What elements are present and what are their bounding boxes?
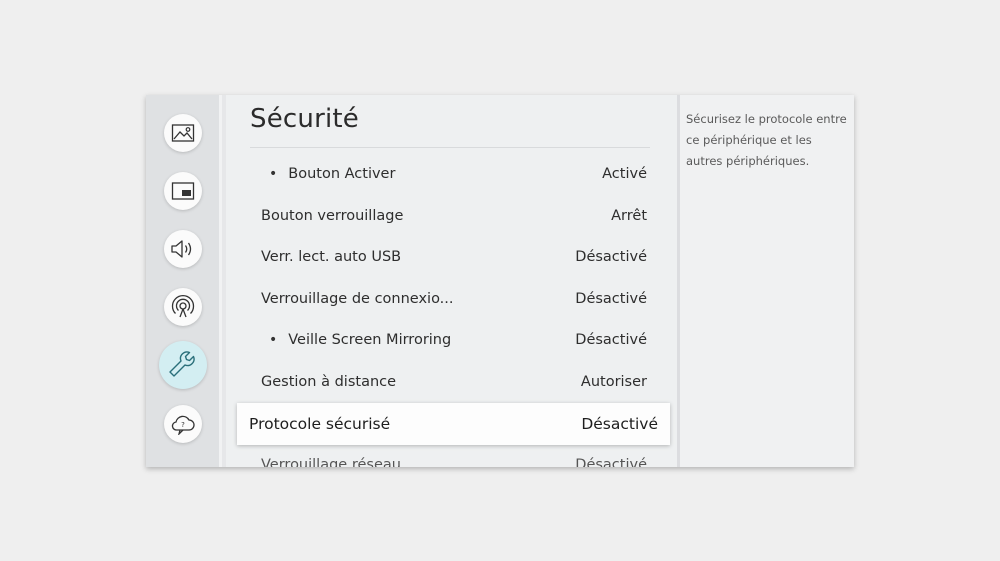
menu-row-bouton-verrouillage[interactable]: Bouton verrouillage Arrêt bbox=[261, 202, 647, 230]
picture-in-picture-icon bbox=[171, 182, 195, 200]
row-value: Désactivé bbox=[575, 291, 647, 307]
sound-icon bbox=[171, 240, 192, 258]
menu-row-gestion-a-distance[interactable]: Gestion à distance Autoriser bbox=[261, 368, 647, 396]
sidebar-item-picture[interactable] bbox=[164, 114, 202, 152]
row-label: Protocole sécurisé bbox=[249, 415, 391, 433]
row-label: Verr. lect. auto USB bbox=[261, 249, 402, 265]
menu-row-bouton-activer[interactable]: • Bouton Activer Activé bbox=[261, 160, 647, 188]
row-label: Verrouillage réseau bbox=[261, 457, 401, 467]
picture-icon bbox=[171, 124, 195, 142]
support-cloud-icon: ? bbox=[171, 415, 195, 435]
svg-text:?: ? bbox=[181, 421, 185, 429]
security-menu: Sécurité • Bouton Activer Activé Bouton v… bbox=[226, 95, 678, 467]
row-label: Bouton Activer bbox=[288, 166, 396, 182]
info-description: Sécurisez le protocole entre ce périphér… bbox=[686, 112, 847, 168]
menu-row-verrouillage-reseau[interactable]: Verrouillage réseau Désactivé bbox=[261, 451, 647, 467]
menu-row-verrouillage-connexion[interactable]: Verrouillage de connexio... Désactivé bbox=[261, 285, 647, 313]
row-label: Verrouillage de connexio... bbox=[261, 291, 454, 307]
title-divider bbox=[250, 147, 650, 148]
broadcast-icon bbox=[171, 295, 195, 318]
page-title: Sécurité bbox=[250, 104, 359, 134]
sidebar-item-sound[interactable] bbox=[164, 230, 202, 268]
wrench-icon bbox=[169, 351, 195, 377]
sidebar-item-general[interactable] bbox=[159, 341, 207, 389]
sidebar-item-broadcast[interactable] bbox=[164, 288, 202, 326]
info-panel: Sécurisez le protocole entre ce périphér… bbox=[680, 95, 854, 467]
row-value: Autoriser bbox=[580, 374, 647, 390]
row-label: Bouton verrouillage bbox=[261, 208, 404, 224]
row-value: Activé bbox=[602, 166, 647, 182]
menu-row-veille-screen-mirroring[interactable]: • Veille Screen Mirroring Désactivé bbox=[261, 326, 647, 354]
row-value: Désactivé bbox=[581, 415, 658, 433]
category-sidebar: ? bbox=[146, 95, 219, 467]
settings-panel: ? Sécurité • Bouton Activer Activé Bouton… bbox=[146, 95, 854, 467]
row-value: Arrêt bbox=[611, 208, 647, 224]
sidebar-item-support[interactable]: ? bbox=[164, 405, 202, 443]
sidebar-item-picture-in-picture[interactable] bbox=[164, 172, 202, 210]
menu-row-protocole-securise[interactable]: Protocole sécurisé Désactivé bbox=[237, 403, 670, 445]
menu-row-verr-lect-auto-usb[interactable]: Verr. lect. auto USB Désactivé bbox=[261, 243, 647, 271]
row-label: Veille Screen Mirroring bbox=[288, 332, 452, 348]
bullet-icon: • bbox=[269, 332, 278, 348]
row-value: Désactivé bbox=[575, 457, 647, 467]
row-label: Gestion à distance bbox=[261, 374, 397, 390]
bullet-icon: • bbox=[269, 166, 278, 182]
row-value: Désactivé bbox=[575, 332, 647, 348]
row-value: Désactivé bbox=[575, 249, 647, 265]
